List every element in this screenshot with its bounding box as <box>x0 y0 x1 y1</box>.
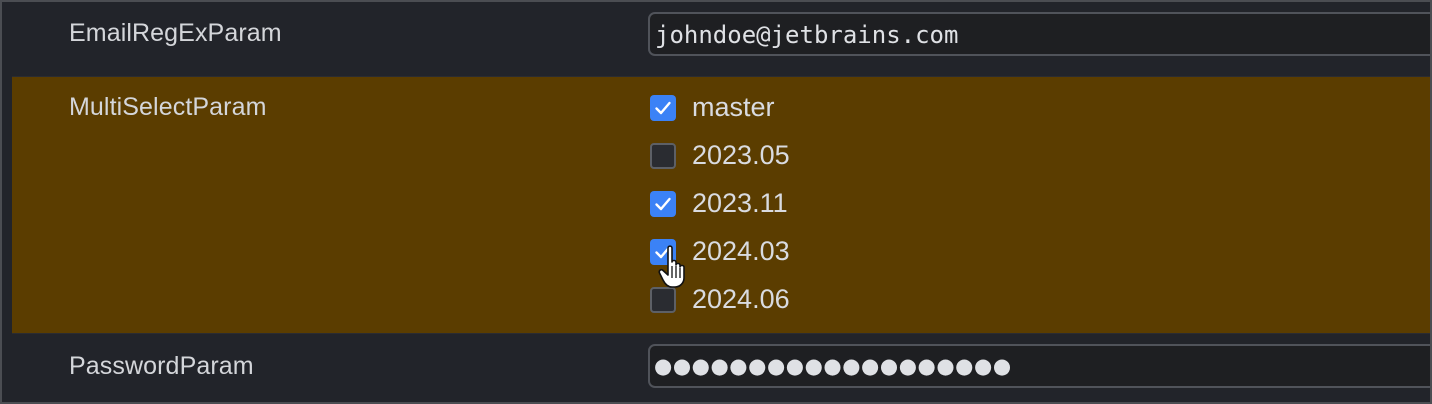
email-regex-param-input[interactable]: johndoe@jetbrains.com <box>648 12 1430 56</box>
password-param-value: ●●●●●●●●●●●●●●●●●●● <box>654 354 1012 378</box>
option-label: 2023.05 <box>692 140 790 170</box>
option-label: master <box>692 92 775 122</box>
parameters-form: EmailRegExParam johndoe@jetbrains.com Mu… <box>0 0 1432 404</box>
checkbox-2023-11[interactable] <box>650 191 676 217</box>
checkmark-icon <box>655 101 671 115</box>
hand-pointer-icon <box>658 245 685 288</box>
option-label: 2024.06 <box>692 284 790 314</box>
checkmark-icon <box>655 197 671 211</box>
email-regex-param-value: johndoe@jetbrains.com <box>655 21 959 49</box>
option-label: 2024.03 <box>692 236 790 266</box>
password-param-label: PasswordParam <box>69 352 254 380</box>
checkbox-master[interactable] <box>650 95 676 121</box>
email-regex-param-label: EmailRegExParam <box>69 19 282 47</box>
checkbox-2023-05[interactable] <box>650 143 676 169</box>
option-label: 2023.11 <box>692 188 788 218</box>
multiselect-param-label: MultiSelectParam <box>69 93 267 121</box>
password-param-input[interactable]: ●●●●●●●●●●●●●●●●●●● <box>648 344 1430 388</box>
